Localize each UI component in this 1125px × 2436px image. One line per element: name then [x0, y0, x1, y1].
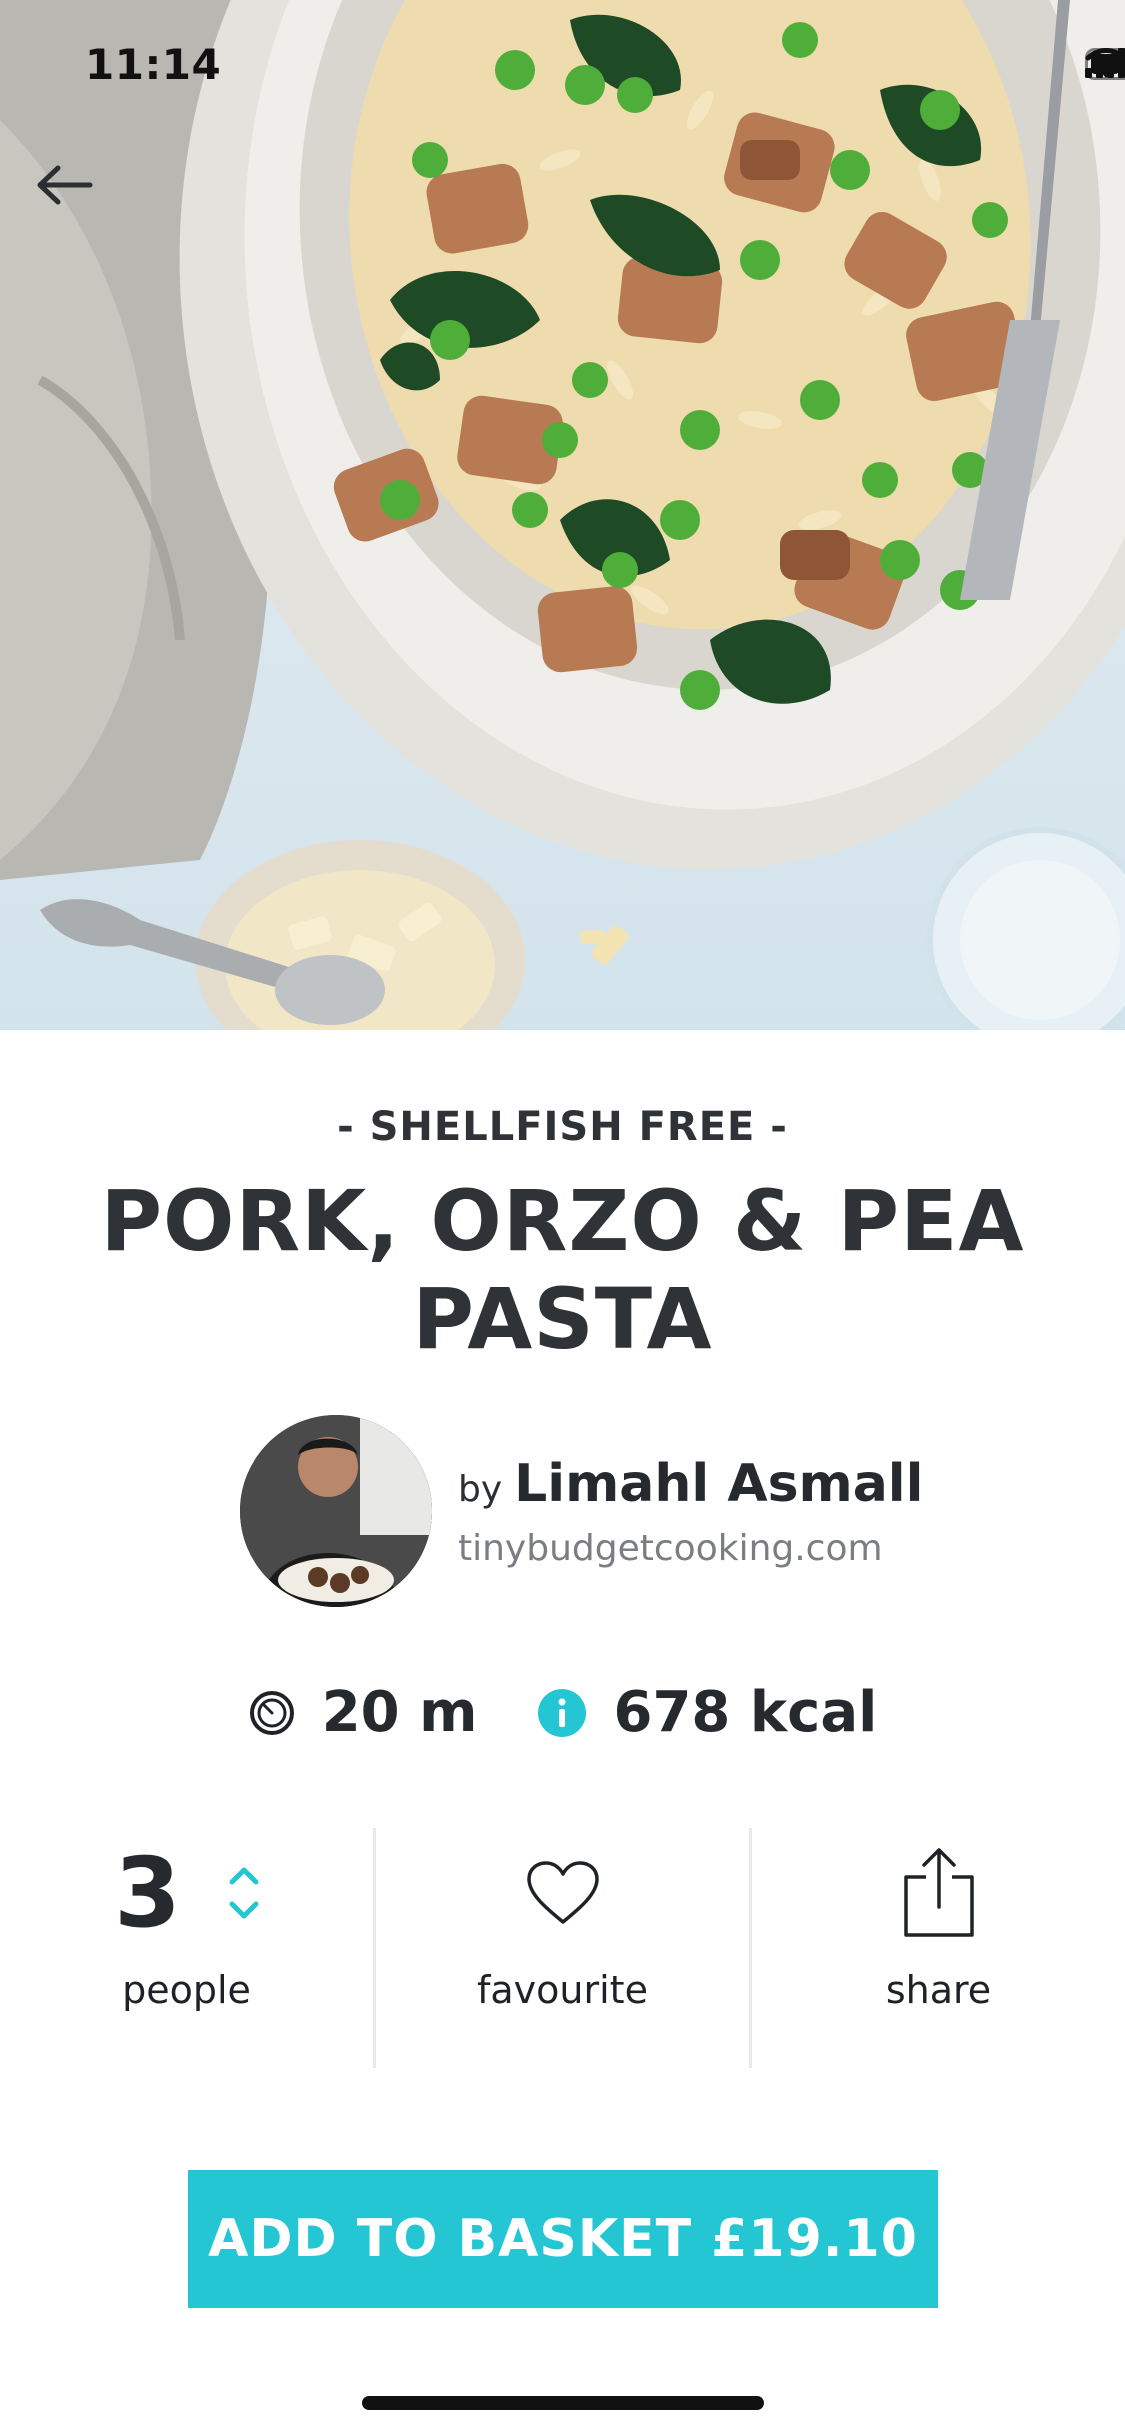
author-name[interactable]: Limahl Asmall: [514, 1454, 923, 1514]
favourite-top: [526, 1828, 600, 1958]
servings-stepper[interactable]: [229, 1865, 259, 1921]
battery-icon: [1085, 48, 1125, 80]
calories[interactable]: 678 kcal: [537, 1680, 877, 1745]
servings-top: 3: [114, 1828, 259, 1958]
home-indicator[interactable]: [362, 2396, 764, 2410]
avatar: [240, 1415, 432, 1607]
recipe-title: PORK, ORZO & PEA PASTA: [100, 1172, 1025, 1368]
recipe-stats: 20 m 678 kcal: [0, 1680, 1125, 1745]
cook-time-value: 20 m: [321, 1680, 478, 1745]
status-time: 11:14: [85, 40, 222, 89]
chevron-down-icon[interactable]: [229, 1901, 259, 1921]
author-website[interactable]: tinybudgetcooking.com: [458, 1528, 923, 1569]
back-button[interactable]: [36, 165, 100, 229]
arrow-left-icon: [37, 165, 93, 205]
share-icon[interactable]: [902, 1847, 976, 1939]
people-label: people: [122, 1968, 251, 2012]
share-button[interactable]: share: [749, 1828, 1125, 2068]
cook-time: 20 m: [248, 1680, 478, 1745]
share-top: [902, 1828, 976, 1958]
diet-tag: - SHELLFISH FREE -: [337, 1104, 788, 1150]
heart-icon[interactable]: [526, 1860, 600, 1926]
food-photo: [0, 0, 1125, 1030]
by-label: by: [458, 1468, 503, 1510]
action-row: 3 people favourite share: [0, 1828, 1125, 2068]
author-line: by Limahl Asmall: [458, 1454, 923, 1514]
chevron-up-icon[interactable]: [229, 1865, 259, 1885]
add-to-basket-label: ADD TO BASKET £19.10: [208, 2209, 918, 2269]
calories-value: 678 kcal: [613, 1680, 878, 1745]
timer-icon: [249, 1690, 294, 1735]
add-to-basket-button[interactable]: ADD TO BASKET £19.10: [188, 2170, 938, 2308]
share-label: share: [885, 1968, 992, 2012]
favourite-label: favourite: [477, 1968, 648, 2012]
hero-image: 11:14: [0, 0, 1125, 1030]
info-icon[interactable]: [537, 1688, 587, 1738]
author-block[interactable]: by Limahl Asmall tinybudgetcooking.com: [240, 1415, 923, 1607]
people-count: 3: [114, 1837, 181, 1949]
author-photo: [240, 1415, 432, 1607]
servings-control: 3 people: [0, 1828, 373, 2068]
favourite-button[interactable]: favourite: [373, 1828, 749, 2068]
author-text: by Limahl Asmall tinybudgetcooking.com: [458, 1454, 923, 1569]
